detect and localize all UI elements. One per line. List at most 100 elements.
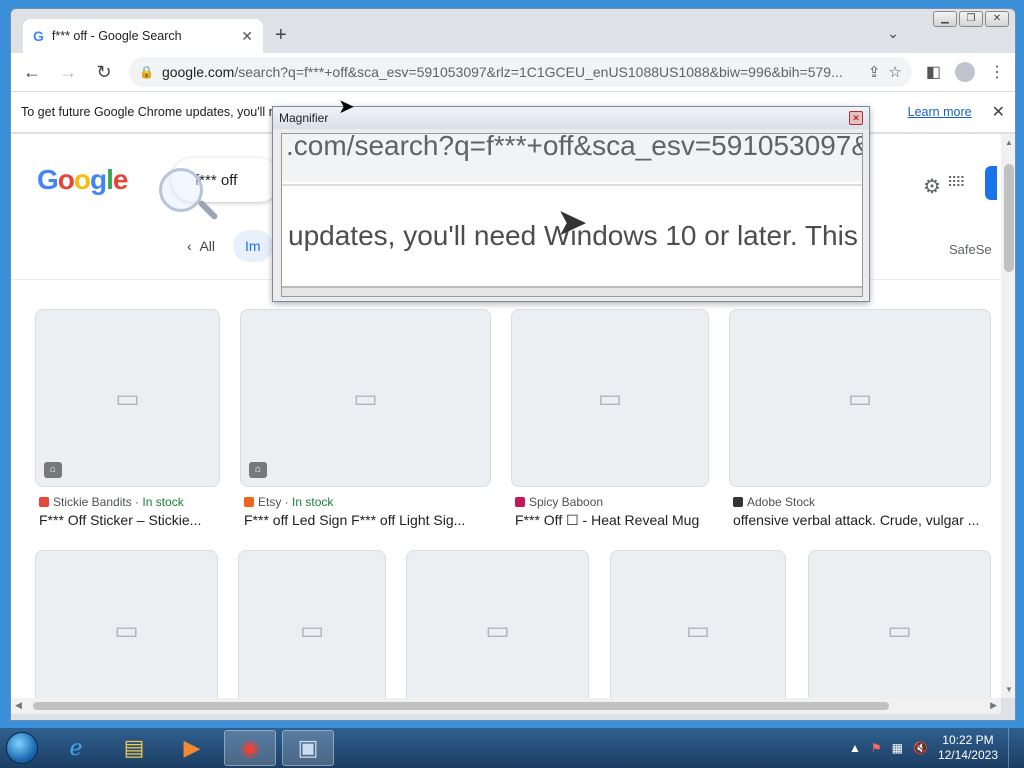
image-placeholder-icon: ▭ bbox=[299, 614, 325, 645]
system-tray: ▲ ⚑ ▦ 🔇 10:22 PM 12/14/2023 bbox=[849, 728, 1018, 768]
image-result[interactable]: ▭ bbox=[511, 309, 709, 487]
safesearch-toggle[interactable]: SafeSe bbox=[949, 242, 992, 257]
result-source[interactable]: Adobe Stock bbox=[733, 495, 815, 509]
source-name: Adobe Stock bbox=[747, 495, 816, 509]
scroll-down-icon[interactable]: ▼ bbox=[1005, 685, 1013, 694]
result-source[interactable]: Stickie Bandits · In stock bbox=[39, 495, 184, 509]
logo-letter: l bbox=[106, 164, 114, 195]
stock-status: In stock bbox=[142, 495, 184, 509]
sign-in-button[interactable] bbox=[985, 166, 997, 200]
shopping-tag-icon: ⌂ bbox=[249, 462, 267, 478]
vertical-scrollbar[interactable]: ▲ ▼ bbox=[1001, 134, 1015, 698]
chip-all[interactable]: ‹ All bbox=[187, 238, 215, 254]
source-favicon-icon bbox=[515, 497, 525, 507]
share-icon[interactable]: ⇪ bbox=[868, 63, 881, 81]
forward-icon[interactable]: → bbox=[57, 62, 79, 83]
chip-images[interactable]: Im bbox=[233, 230, 273, 262]
result-title[interactable]: F*** Off Sticker – Stickie... bbox=[39, 512, 219, 528]
result-source[interactable]: Etsy · In stock bbox=[244, 495, 333, 509]
image-result[interactable]: ▭ bbox=[610, 550, 786, 698]
explorer-taskbar-icon[interactable]: ▤ bbox=[108, 730, 160, 766]
window-controls: ▁ ❐ ✕ bbox=[933, 11, 1009, 27]
result-source[interactable]: Spicy Baboon bbox=[515, 495, 603, 509]
logo-letter: e bbox=[112, 164, 129, 195]
taskbar: ℯ ▤ ▶ ◉ ▣ ▲ ⚑ ▦ 🔇 10:22 PM 12/14/2023 bbox=[0, 728, 1024, 768]
close-window-button[interactable]: ✕ bbox=[985, 11, 1009, 27]
magnifier-titlebar[interactable]: Magnifier ✕ bbox=[273, 107, 869, 129]
clock[interactable]: 10:22 PM 12/14/2023 bbox=[938, 733, 998, 763]
image-placeholder-icon: ▭ bbox=[114, 614, 139, 645]
scroll-up-icon[interactable]: ▲ bbox=[1005, 138, 1013, 147]
image-placeholder-icon: ▭ bbox=[887, 614, 912, 645]
ie-taskbar-icon[interactable]: ℯ bbox=[50, 730, 102, 766]
media-player-taskbar-icon[interactable]: ▶ bbox=[166, 730, 218, 766]
image-placeholder-icon: ▭ bbox=[115, 382, 140, 413]
side-panel-icon[interactable]: ◧ bbox=[926, 62, 941, 82]
profile-avatar-icon[interactable] bbox=[955, 62, 975, 82]
magnified-cursor-icon: ➤ bbox=[556, 202, 588, 244]
image-result[interactable]: ▭ bbox=[808, 550, 991, 698]
action-center-icon[interactable]: ⚑ bbox=[871, 741, 882, 755]
magnified-border bbox=[282, 286, 862, 296]
scroll-right-icon[interactable]: ▶ bbox=[990, 700, 997, 711]
image-placeholder-icon: ▭ bbox=[485, 614, 510, 645]
network-icon[interactable]: ▦ bbox=[892, 741, 903, 755]
scroll-thumb[interactable] bbox=[33, 702, 889, 710]
logo-letter: o bbox=[57, 164, 75, 195]
magnifier-view: .com/search?q=f***+off&sca_esv=591053097… bbox=[281, 133, 863, 297]
tab-close-icon[interactable]: ✕ bbox=[241, 28, 253, 45]
source-name: Stickie Bandits bbox=[53, 495, 132, 509]
image-result[interactable]: ▭ bbox=[729, 309, 991, 487]
image-result[interactable]: ▭ bbox=[406, 550, 589, 698]
new-tab-icon[interactable]: + bbox=[275, 24, 287, 47]
clock-date: 12/14/2023 bbox=[937, 748, 998, 762]
address-bar[interactable]: 🔒 google.com/search?q=f***+off&sca_esv=5… bbox=[129, 57, 912, 87]
result-title[interactable]: offensive verbal attack. Crude, vulgar .… bbox=[733, 512, 991, 528]
logo-letter: o bbox=[73, 164, 91, 195]
volume-muted-icon[interactable]: 🔇 bbox=[913, 741, 928, 755]
source-favicon-icon bbox=[733, 497, 743, 507]
lock-icon: 🔒 bbox=[139, 65, 154, 79]
back-icon[interactable]: ← bbox=[21, 62, 43, 83]
magnifier-window[interactable]: Magnifier ✕ .com/search?q=f***+off&sca_e… bbox=[272, 106, 870, 302]
chrome-taskbar-icon[interactable]: ◉ bbox=[224, 730, 276, 766]
source-name: Spicy Baboon bbox=[529, 495, 604, 509]
apps-grid-icon[interactable]: ⠿⠿ bbox=[947, 174, 965, 191]
result-title[interactable]: F*** off Led Sign F*** off Light Sig... bbox=[244, 512, 489, 528]
image-result[interactable]: ▭ ⌂ bbox=[240, 309, 491, 487]
google-logo[interactable]: Google bbox=[37, 164, 129, 196]
windows-orb-icon bbox=[6, 732, 38, 764]
image-placeholder-icon: ▭ bbox=[597, 382, 623, 413]
image-result[interactable]: ▭ ⌂ bbox=[35, 309, 220, 487]
magnifier-close-icon[interactable]: ✕ bbox=[849, 111, 863, 125]
image-result[interactable]: ▭ bbox=[238, 550, 386, 698]
magnifier-taskbar-icon[interactable]: ▣ bbox=[282, 730, 334, 766]
start-button[interactable] bbox=[0, 728, 44, 768]
tab-search-chevron-icon[interactable]: ⌄ bbox=[887, 25, 899, 42]
image-placeholder-icon: ▭ bbox=[353, 382, 378, 413]
browser-toolbar: ← → ↻ 🔒 google.com/search?q=f***+off&sca… bbox=[11, 53, 1015, 91]
browser-tab[interactable]: G f*** off - Google Search ✕ bbox=[23, 19, 263, 53]
google-favicon-icon: G bbox=[33, 28, 44, 44]
search-filter-chips: ‹ All Im bbox=[187, 230, 273, 262]
logo-letter: G bbox=[37, 164, 59, 195]
minimize-button[interactable]: ▁ bbox=[933, 11, 957, 27]
result-title[interactable]: F*** Off ☐ - Heat Reveal Mug bbox=[515, 512, 711, 529]
maximize-button[interactable]: ❐ bbox=[959, 11, 983, 27]
magnifier-lens-icon bbox=[159, 168, 203, 212]
url-text[interactable]: google.com/search?q=f***+off&sca_esv=591… bbox=[162, 64, 860, 80]
tray-expand-icon[interactable]: ▲ bbox=[849, 741, 861, 755]
clock-time: 10:22 PM bbox=[942, 733, 994, 747]
menu-kebab-icon[interactable]: ⋮ bbox=[989, 62, 1005, 82]
learn-more-link[interactable]: Learn more bbox=[908, 105, 972, 119]
horizontal-scrollbar[interactable]: ◀ ▶ bbox=[11, 698, 1001, 714]
reload-icon[interactable]: ↻ bbox=[93, 62, 115, 83]
scroll-left-icon[interactable]: ◀ bbox=[15, 700, 22, 711]
image-result[interactable]: ▭ bbox=[35, 550, 218, 698]
settings-gear-icon[interactable]: ⚙ bbox=[923, 174, 941, 199]
infobar-close-icon[interactable]: ✕ bbox=[992, 102, 1005, 122]
bookmark-star-icon[interactable]: ☆ bbox=[888, 63, 901, 81]
divider bbox=[282, 184, 862, 186]
scroll-thumb[interactable] bbox=[1004, 164, 1014, 272]
show-desktop-button[interactable] bbox=[1008, 728, 1018, 768]
